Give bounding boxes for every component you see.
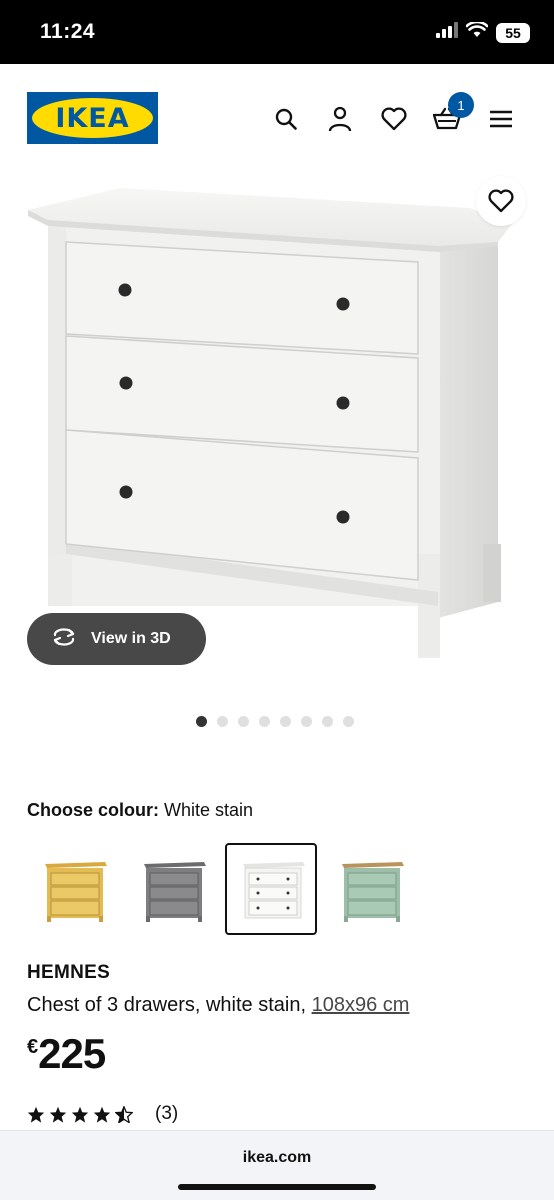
star-icon [49, 1106, 67, 1123]
star-half-icon [115, 1105, 133, 1123]
home-indicator[interactable] [178, 1184, 376, 1190]
battery-icon: 55 [496, 22, 530, 43]
gallery-dot[interactable] [322, 716, 333, 727]
colour-swatch-grey[interactable] [126, 843, 218, 935]
signal-icon [436, 22, 458, 43]
choose-colour-heading: Choose colour: [27, 800, 160, 820]
status-icons: 55 [436, 20, 530, 43]
url-text: ikea.com [242, 1149, 312, 1166]
view-in-3d-button[interactable]: View in 3D [27, 613, 206, 665]
gallery-dot[interactable] [259, 716, 270, 727]
rotate-3d-icon [51, 627, 77, 651]
colour-label: Choose colour: White stain [27, 800, 253, 821]
product-size-link[interactable]: 108x96 cm [312, 994, 410, 1016]
favourites-icon[interactable] [379, 104, 409, 134]
logo-oval: IKEA [32, 98, 153, 138]
heart-icon [488, 189, 514, 213]
product-description: Chest of 3 drawers, white stain, 108x96 … [27, 994, 409, 1017]
selected-colour-name: White stain [164, 800, 254, 820]
gallery-pagination [196, 716, 354, 727]
site-header: IKEA [0, 64, 554, 174]
gallery-dot[interactable] [280, 716, 291, 727]
wifi-icon [465, 20, 489, 43]
gallery-dot[interactable] [196, 716, 207, 727]
colour-swatch-yellow[interactable] [27, 843, 119, 935]
cart-count-badge: 1 [448, 92, 474, 118]
logo-text: IKEA [55, 102, 130, 134]
product-description-text: Chest of 3 drawers, white stain, [27, 994, 312, 1016]
review-count: (3) [155, 1103, 179, 1124]
gallery-dot[interactable] [301, 716, 312, 727]
star-icon [71, 1106, 89, 1123]
menu-icon[interactable] [486, 104, 516, 134]
star-icon [93, 1106, 111, 1123]
product-rating[interactable]: (3) [27, 1103, 178, 1125]
ikea-logo[interactable]: IKEA [27, 92, 158, 144]
status-time: 11:24 [40, 20, 96, 43]
price-value: 225 [38, 1030, 106, 1077]
account-icon[interactable] [325, 104, 355, 134]
colour-swatch-white-stain[interactable] [225, 843, 317, 935]
add-to-favourites-button[interactable] [476, 176, 526, 226]
search-icon[interactable] [271, 104, 301, 134]
product-name: HEMNES [27, 962, 111, 983]
star-icon [27, 1106, 45, 1123]
status-bar: 11:24 55 [0, 0, 554, 64]
product-image[interactable] [0, 174, 554, 674]
product-price: € 225 [27, 1030, 106, 1078]
gallery-dot[interactable] [217, 716, 228, 727]
colour-swatch-light-green[interactable] [324, 843, 416, 935]
view-in-3d-label: View in 3D [91, 630, 171, 647]
gallery-dot[interactable] [343, 716, 354, 727]
gallery-dot[interactable] [238, 716, 249, 727]
price-currency: € [27, 1036, 39, 1058]
